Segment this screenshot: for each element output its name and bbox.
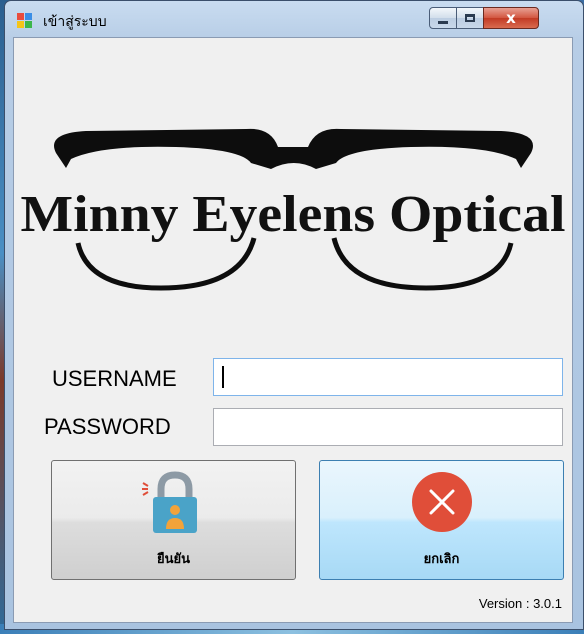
- minimize-icon: [438, 20, 448, 24]
- left-lens-outline: [75, 237, 257, 291]
- right-lens-outline: [331, 237, 514, 291]
- red-x-circle-icon: [411, 472, 472, 532]
- username-label: USERNAME: [52, 366, 177, 391]
- close-button[interactable]: x: [483, 7, 539, 29]
- version-label: Version : 3.0.1: [478, 596, 562, 611]
- login-form-panel: Minny Eyelens Optical USERNAME PASSWORD …: [13, 37, 573, 623]
- cancel-button[interactable]: ยกเลิก: [319, 460, 564, 580]
- lock-user-icon: [141, 471, 197, 533]
- minimize-button[interactable]: [429, 7, 457, 29]
- cancel-label: ยกเลิก: [423, 552, 460, 567]
- password-input[interactable]: [213, 408, 563, 446]
- username-input[interactable]: [213, 358, 563, 396]
- confirm-button[interactable]: ยืนยัน: [51, 460, 296, 580]
- maximize-icon: [465, 14, 475, 22]
- login-window: เข้าสู่ระบบ x Minny Eyelens Optical USER…: [4, 0, 584, 630]
- text-caret: [222, 366, 224, 388]
- logo-text: Minny Eyelens Optical: [21, 186, 566, 243]
- logo-glasses-image: Minny Eyelens Optical: [21, 128, 566, 291]
- close-icon: x: [506, 9, 516, 27]
- password-label: PASSWORD: [44, 414, 171, 439]
- app-window-icon[interactable]: [17, 13, 33, 29]
- window-title: เข้าสู่ระบบ: [43, 14, 107, 30]
- glasses-frame-top: [54, 128, 533, 169]
- maximize-button[interactable]: [456, 7, 484, 29]
- title-bar[interactable]: เข้าสู่ระบบ x: [5, 1, 583, 37]
- confirm-label: ยืนยัน: [156, 552, 190, 567]
